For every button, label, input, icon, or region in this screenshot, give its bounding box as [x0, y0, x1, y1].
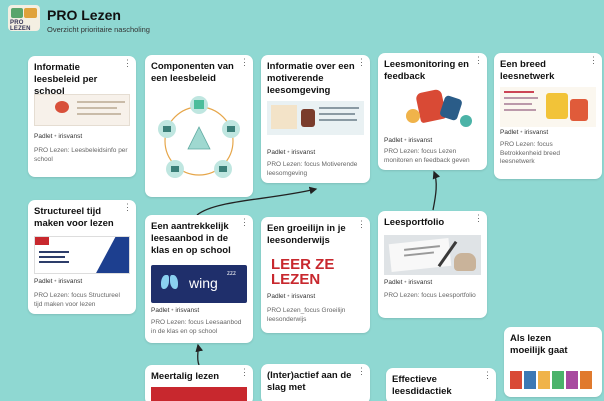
card-leesportfolio[interactable]: Leesportfolio ⋮ Padlet • irisvanst PRO L…	[378, 211, 487, 318]
board-logo[interactable]: PRO LEZEN	[8, 5, 40, 31]
card-effectieve-leesdidactiek[interactable]: Effectieve leesdidactiek ⋮	[386, 368, 496, 401]
card-description: PRO Lezen: focus Betrokkenheid breed lee…	[500, 141, 560, 165]
card-meta: Padlet • irisvanst	[151, 307, 200, 314]
card-title: Een breed leesnetwerk	[500, 59, 555, 82]
more-options-icon[interactable]: ⋮	[589, 56, 598, 65]
card-informatie-leesbeleid[interactable]: Informatie leesbeleid per school ⋮ Padle…	[28, 56, 136, 177]
card-title: Componenten van een leesbeleid	[151, 61, 234, 84]
card-title: Informatie leesbeleid per school	[34, 62, 98, 97]
more-options-icon[interactable]: ⋮	[357, 58, 366, 67]
card-meta: Padlet • irisvanst	[384, 279, 433, 286]
card-title: Leesmonitoring en feedback	[384, 59, 469, 82]
card-description: PRO Lezen: Leesbeleidsinfo per school	[34, 147, 128, 163]
butterfly-icon	[161, 275, 179, 291]
more-options-icon[interactable]: ⋮	[240, 368, 249, 377]
card-structureel-tijd[interactable]: Structureel tijd maken voor lezen ⋮ Padl…	[28, 200, 136, 314]
card-title: Structureel tijd maken voor lezen	[34, 206, 114, 229]
card-title: Als lezen moeilijk gaat	[510, 333, 568, 356]
card-thumbnail: wing zzz	[151, 265, 247, 303]
more-options-icon[interactable]: ⋮	[474, 214, 483, 223]
card-title: Leesportfolio	[384, 217, 445, 228]
card-groeilijn-leesonderwijs[interactable]: Een groeilijn in je leesonderwijs ⋮ LEER…	[261, 217, 370, 333]
components-diagram	[158, 96, 240, 178]
card-description: PRO Lezen_focus Groeilijn leesonderwijs	[267, 307, 346, 323]
more-options-icon[interactable]: ⋮	[240, 218, 249, 227]
card-aantrekkelijk-leesaanbod[interactable]: Een aantrekkelijk leesaanbod in de klas …	[145, 215, 253, 343]
more-options-icon[interactable]: ⋮	[357, 220, 366, 229]
card-thumbnail	[267, 101, 364, 135]
more-options-icon[interactable]: ⋮	[123, 203, 132, 212]
card-title: Informatie over een motiverende leesomge…	[267, 61, 355, 96]
card-meta: Padlet • irisvanst	[500, 129, 549, 136]
card-description: PRO Lezen: focus Structureel tijd maken …	[34, 292, 120, 308]
arrow-meertalig-to-aanbod	[195, 343, 204, 366]
board-title: PRO Lezen	[47, 7, 121, 23]
more-options-icon[interactable]: ⋮	[483, 371, 492, 380]
more-options-icon[interactable]: ⋮	[123, 59, 132, 68]
card-thumbnail	[384, 235, 481, 275]
card-meta: Padlet • irisvanst	[34, 278, 83, 285]
card-title: Een groeilijn in je leesonderwijs	[267, 223, 346, 246]
card-title: Meertalig lezen	[151, 371, 220, 382]
card-title: Effectieve leesdidactiek	[392, 374, 452, 397]
card-thumbnail	[500, 87, 596, 127]
card-description: PRO Lezen: focus Motiverende leesomgevin…	[267, 161, 358, 177]
arrow-portfolio-to-monitoring	[432, 170, 441, 211]
card-thumbnail	[34, 94, 130, 126]
card-description: PRO Lezen: focus Leesaanbod in de klas e…	[151, 319, 242, 335]
card-meta: Padlet • irisvanst	[384, 137, 433, 144]
card-meta: Padlet • irisvanst	[34, 133, 83, 140]
card-meertalig-lezen[interactable]: Meertalig lezen ⋮	[145, 365, 253, 401]
card-leesmonitoring-feedback[interactable]: Leesmonitoring en feedback ⋮ Padlet • ir…	[378, 53, 487, 170]
card-breed-leesnetwerk[interactable]: Een breed leesnetwerk ⋮ Padlet • irisvan…	[494, 53, 602, 179]
card-componenten-leesbeleid[interactable]: Componenten van een leesbeleid ⋮	[145, 55, 253, 197]
card-meta: Padlet • irisvanst	[267, 149, 316, 156]
card-thumbnail	[34, 236, 130, 274]
card-description: PRO Lezen: focus Lezen monitoren en feed…	[384, 148, 470, 164]
card-title: Een aantrekkelijk leesaanbod in de klas …	[151, 221, 231, 256]
card-description: PRO Lezen: focus Leesportfolio	[384, 292, 476, 299]
card-thumbnail	[510, 367, 596, 395]
more-options-icon[interactable]: ⋮	[357, 367, 366, 376]
more-options-icon[interactable]: ⋮	[474, 56, 483, 65]
card-thumbnail	[151, 387, 247, 401]
card-motiverende-leesomgeving[interactable]: Informatie over een motiverende leesomge…	[261, 55, 370, 183]
more-options-icon[interactable]: ⋮	[240, 58, 249, 67]
card-meta: Padlet • irisvanst	[267, 293, 316, 300]
card-interactief-aan-de-slag[interactable]: (Inter)actief aan de slag met ⋮	[261, 364, 370, 401]
card-thumbnail: LEER ZE LEZEN	[267, 255, 364, 293]
card-als-lezen-moeilijk-gaat[interactable]: Als lezen moeilijk gaat	[504, 327, 602, 397]
card-title: (Inter)actief aan de slag met	[267, 370, 352, 393]
board-header: PRO LEZEN PRO Lezen Overzicht prioritair…	[0, 0, 604, 40]
card-thumbnail	[384, 87, 481, 135]
board-subtitle: Overzicht prioritaire nascholing	[47, 25, 150, 34]
